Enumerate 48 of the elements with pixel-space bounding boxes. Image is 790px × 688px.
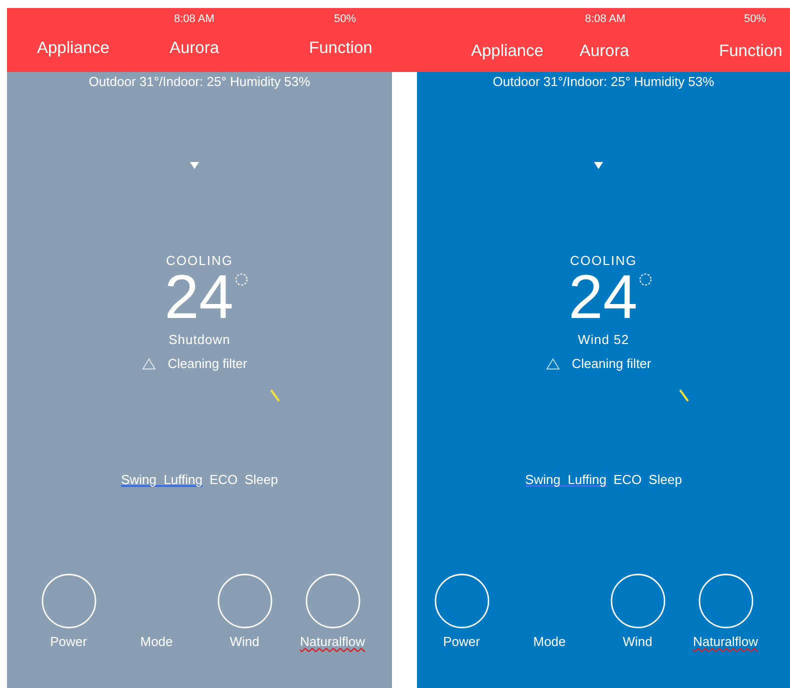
dial-button[interactable]: [40, 573, 96, 629]
page-title: Aurora: [579, 42, 630, 60]
status-time: 8:08 AM: [585, 13, 626, 25]
unit-state: Shutdown: [168, 332, 230, 347]
control-label[interactable]: Naturalflow: [300, 634, 366, 649]
dial-button[interactable]: [610, 573, 666, 629]
appliance-link[interactable]: Appliance: [37, 38, 110, 58]
mode-label: COOLING: [570, 253, 637, 268]
option-link[interactable]: ECO: [614, 472, 642, 487]
slash-icon: [270, 389, 280, 402]
appliance-link[interactable]: Appliance: [471, 42, 544, 60]
alert-text: Cleaning filter: [168, 356, 248, 371]
unit-state: Wind 52: [578, 332, 630, 347]
battery-level: 50%: [334, 13, 356, 25]
climate-readout: Outdoor 31°/Indoor: 25° Humidity 53%: [492, 74, 714, 89]
dial-button[interactable]: [216, 573, 272, 629]
control-label[interactable]: Wind: [230, 634, 260, 649]
option-link[interactable]: Swing Luffing: [121, 472, 202, 487]
dropdown-icon[interactable]: [594, 162, 603, 169]
alert-text: Cleaning filter: [572, 356, 652, 371]
mode-label: COOLING: [166, 253, 233, 268]
option-link[interactable]: Swing Luffing: [525, 472, 606, 487]
temperature-value: 24: [568, 268, 638, 328]
control-label[interactable]: Power: [443, 634, 480, 649]
battery-level: 50%: [744, 13, 766, 25]
dial-button[interactable]: [698, 573, 754, 629]
option-link[interactable]: Sleep: [244, 472, 278, 487]
warning-icon: [546, 358, 560, 370]
degree-icon: [639, 273, 652, 286]
temperature-value: 24: [164, 268, 234, 328]
degree-icon: [235, 273, 248, 286]
control-label[interactable]: Wind: [622, 634, 652, 649]
dial-button[interactable]: [304, 573, 360, 629]
slash-icon: [679, 389, 689, 402]
function-link[interactable]: Function: [309, 38, 372, 58]
control-label[interactable]: Naturalflow: [692, 634, 758, 649]
option-link[interactable]: Sleep: [648, 472, 682, 487]
warning-icon: [142, 358, 156, 370]
control-label[interactable]: Mode: [533, 634, 566, 649]
dropdown-icon[interactable]: [190, 162, 199, 169]
dial-button[interactable]: [434, 573, 490, 629]
function-link[interactable]: Function: [719, 42, 782, 60]
status-time: 8:08 AM: [174, 13, 214, 25]
control-label[interactable]: Power: [50, 634, 87, 649]
option-link[interactable]: ECO: [210, 472, 238, 487]
control-label[interactable]: Mode: [140, 634, 173, 649]
page-title: Aurora: [169, 38, 220, 58]
climate-readout: Outdoor 31°/Indoor: 25° Humidity 53%: [88, 74, 310, 89]
